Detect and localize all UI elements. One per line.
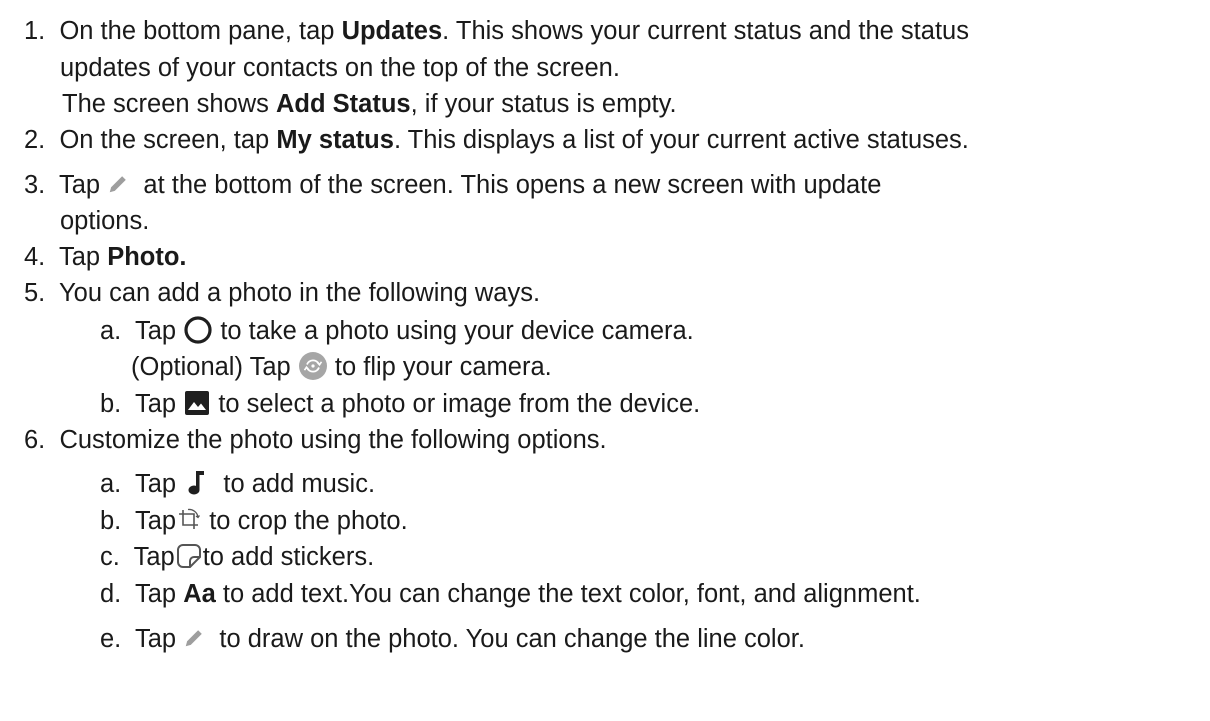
substep-label: a. xyxy=(100,317,122,345)
step-3-line-1: 3. Tap at the bottom of the screen. This… xyxy=(24,170,881,200)
step-text: The screen shows xyxy=(62,90,277,118)
step-1-line-3: The screen shows Add Status, if your sta… xyxy=(62,89,677,119)
step-4-line-1: 4. Tap Photo. xyxy=(24,242,187,272)
step-text: Customize the photo using the following … xyxy=(59,426,607,454)
step-3-line-2: options. xyxy=(60,206,149,236)
pencil-icon xyxy=(183,627,205,649)
pencil-icon xyxy=(107,173,129,195)
step-text: Tap xyxy=(59,243,108,271)
step-text: Tap xyxy=(135,317,177,345)
step-6-line-1: 6. Customize the photo using the followi… xyxy=(24,425,607,455)
crop-rotate-icon xyxy=(176,507,202,533)
step-text: to add music. xyxy=(223,470,376,498)
sticker-icon xyxy=(175,542,203,570)
substep-label: b. xyxy=(100,507,122,535)
ui-term-photo: Photo. xyxy=(107,243,187,271)
step-text: Tap xyxy=(135,390,177,418)
gallery-image-icon xyxy=(183,389,211,417)
step-text: updates of your contacts on the top of t… xyxy=(60,54,620,82)
step-5a-line-1: a. Tap to take a photo using your device… xyxy=(100,316,694,346)
step-text: to take a photo using your device camera… xyxy=(220,317,694,345)
step-2-line-1: 2. On the screen, tap My status. This di… xyxy=(24,125,969,155)
step-text: You can add a photo in the following way… xyxy=(59,279,541,307)
step-number: 3. xyxy=(24,171,46,199)
step-text: Tap xyxy=(133,543,175,571)
flip-camera-icon xyxy=(298,351,328,381)
step-5a-line-2: (Optional) Tap to flip your camera. xyxy=(131,352,552,382)
step-text: Tap xyxy=(135,580,184,608)
step-text: (Optional) Tap xyxy=(131,353,291,381)
step-text: to select a photo or image from the devi… xyxy=(218,390,701,418)
step-6b-line-1: b. Tap to crop the photo. xyxy=(100,506,408,536)
substep-label: d. xyxy=(100,580,122,608)
step-text: . This displays a list of your current a… xyxy=(393,126,969,154)
step-number: 4. xyxy=(24,243,46,271)
substep-label: e. xyxy=(100,625,122,653)
step-text: at the bottom of the screen. This opens … xyxy=(143,171,882,199)
substep-label: b. xyxy=(100,390,122,418)
step-text: On the bottom pane, tap xyxy=(59,17,342,45)
step-1-line-1: 1. On the bottom pane, tap Updates. This… xyxy=(24,16,969,46)
step-text: options. xyxy=(60,207,150,235)
step-text: to crop the photo. xyxy=(209,507,408,535)
step-text: Tap xyxy=(59,171,101,199)
step-text: to add text.You can change the text colo… xyxy=(215,580,921,608)
step-text: Tap xyxy=(135,507,177,535)
substep-label: a. xyxy=(100,470,122,498)
step-6c-line-1: c. Tap to add stickers. xyxy=(100,542,374,572)
step-5-line-1: 5. You can add a photo in the following … xyxy=(24,278,540,308)
step-text: to flip your camera. xyxy=(334,353,552,381)
step-number: 6. xyxy=(24,426,46,454)
step-text: Tap xyxy=(135,625,177,653)
step-6a-line-1: a. Tap to add music. xyxy=(100,469,375,499)
step-text: to draw on the photo. You can change the… xyxy=(219,625,805,653)
step-text: , if your status is empty. xyxy=(410,90,677,118)
step-text: . This shows your current status and the… xyxy=(442,17,969,45)
step-number: 2. xyxy=(24,126,46,154)
step-5b-line-1: b. Tap to select a photo or image from t… xyxy=(100,389,700,419)
music-note-icon xyxy=(183,468,209,498)
step-number: 5. xyxy=(24,279,46,307)
ui-term-updates: Updates xyxy=(341,17,443,45)
step-6d-line-1: d. Tap Aa to add text.You can change the… xyxy=(100,579,921,609)
ui-term-aa: Aa xyxy=(183,580,216,608)
shutter-circle-icon xyxy=(183,315,213,345)
ui-term-my-status: My status xyxy=(276,126,394,154)
step-number: 1. xyxy=(24,17,46,45)
ui-term-add-status: Add Status xyxy=(276,90,411,118)
step-text: On the screen, tap xyxy=(59,126,277,154)
step-6e-line-1: e. Tap to draw on the photo. You can cha… xyxy=(100,624,805,654)
step-1-line-2: updates of your contacts on the top of t… xyxy=(60,53,620,83)
step-text: Tap xyxy=(135,470,177,498)
substep-label: c. xyxy=(100,543,120,571)
step-text: to add stickers. xyxy=(202,543,375,571)
